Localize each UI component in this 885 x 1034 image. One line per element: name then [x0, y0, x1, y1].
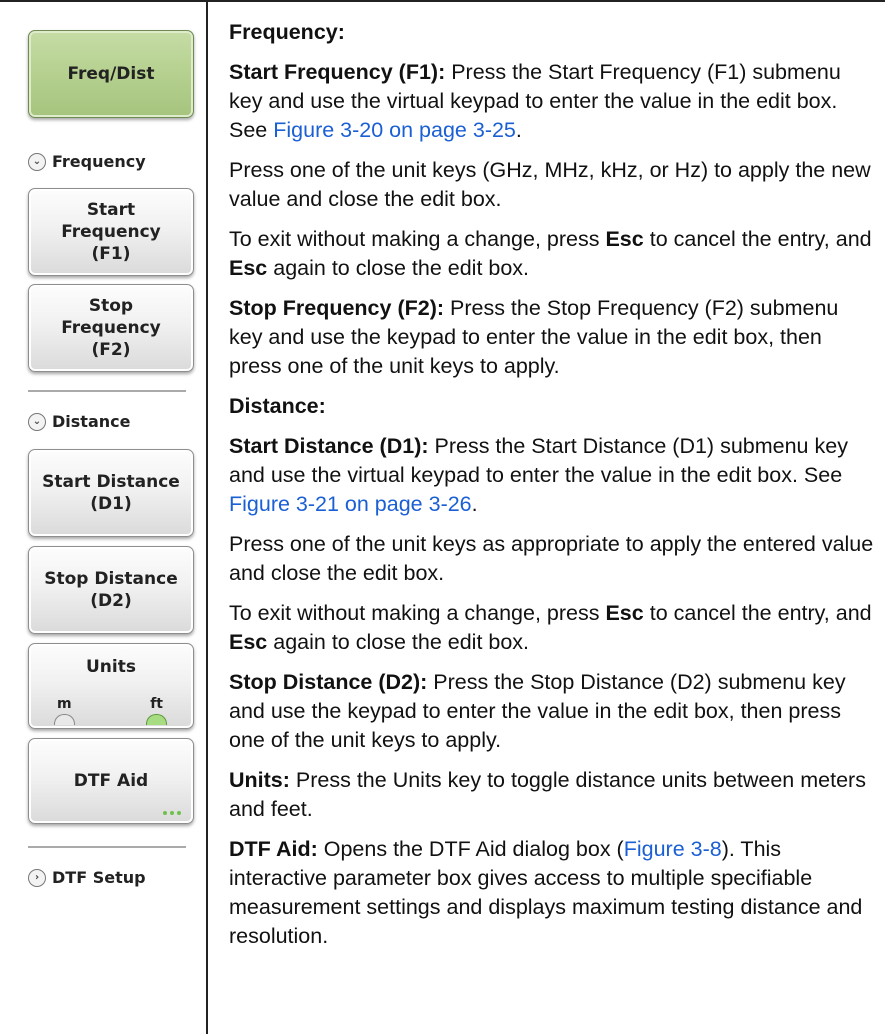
stop-frequency-paragraph: Stop Frequency (F2): Press the Stop Freq…: [229, 296, 839, 378]
figure-link[interactable]: Figure 3-21 on page 3-26: [229, 492, 472, 516]
menu-separator: [28, 390, 186, 392]
chevron-down-icon: ⌄: [28, 412, 46, 431]
paragraph: Press one of the unit keys as appropriat…: [229, 532, 874, 585]
paragraph: Press one of the unit keys (GHz, MHz, kH…: [229, 158, 871, 211]
units-option-m: m: [57, 696, 72, 712]
term: Start Distance (D1):: [229, 434, 429, 458]
start-frequency-button[interactable]: Start Frequency (F1): [28, 188, 194, 276]
dtf-aid-paragraph: DTF Aid: Opens the DTF Aid dialog box (F…: [229, 837, 863, 948]
submenu-panel: Freq/Dist ⌄ Frequency Start Frequency (F…: [0, 0, 206, 1034]
distance-section-header[interactable]: ⌄ Distance: [28, 412, 130, 431]
start-distance-label: Start Distance (D1): [42, 472, 180, 514]
units-option-ft: ft: [150, 696, 163, 712]
stop-distance-button[interactable]: Stop Distance (D2): [28, 546, 194, 634]
dtf-setup-section-label: DTF Setup: [52, 868, 146, 887]
stop-distance-label: Stop Distance (D2): [44, 569, 178, 611]
frequency-heading: Frequency:: [229, 20, 345, 44]
freq-dist-label: Freq/Dist: [67, 64, 155, 84]
frequency-section-label: Frequency: [52, 152, 146, 171]
dtf-aid-label: DTF Aid: [73, 771, 149, 791]
term: Units:: [229, 768, 290, 792]
paragraph: To exit without making a change, press E…: [229, 601, 872, 654]
stop-frequency-button[interactable]: Stop Frequency (F2): [28, 284, 194, 372]
start-distance-paragraph: Start Distance (D1): Press the Start Dis…: [229, 434, 848, 516]
paragraph: To exit without making a change, press E…: [229, 227, 872, 280]
term: Start Frequency (F1):: [229, 60, 446, 84]
units-label: Units: [86, 657, 136, 677]
stop-distance-paragraph: Stop Distance (D2): Press the Stop Dista…: [229, 670, 846, 752]
column-divider: [206, 0, 208, 1034]
figure-link[interactable]: Figure 3-20 on page 3-25: [273, 118, 516, 142]
chevron-down-icon: ⌄: [28, 152, 46, 171]
term: Stop Distance (D2):: [229, 670, 428, 694]
stop-frequency-label: Stop Frequency (F2): [61, 296, 161, 360]
indicator-on-icon: [146, 714, 167, 725]
units-paragraph: Units: Press the Units key to toggle dis…: [229, 768, 866, 821]
dtf-setup-section-header[interactable]: › DTF Setup: [28, 868, 146, 887]
freq-dist-button[interactable]: Freq/Dist: [28, 30, 194, 118]
units-toggle-button[interactable]: Units m ft: [28, 643, 194, 729]
distance-heading: Distance:: [229, 394, 326, 418]
frequency-section-header[interactable]: ⌄ Frequency: [28, 152, 146, 171]
start-distance-button[interactable]: Start Distance (D1): [28, 449, 194, 537]
indicator-off-icon: [54, 714, 75, 725]
chevron-right-icon: ›: [28, 868, 46, 887]
description-text: Frequency: Start Frequency (F1): Press t…: [229, 18, 877, 962]
term: DTF Aid:: [229, 837, 318, 861]
start-frequency-paragraph: Start Frequency (F1): Press the Start Fr…: [229, 60, 841, 142]
figure-link[interactable]: Figure 3-8: [624, 837, 722, 861]
menu-separator: [28, 846, 186, 848]
dtf-aid-button[interactable]: DTF Aid: [28, 738, 194, 824]
more-dots-icon: [163, 811, 181, 815]
distance-section-label: Distance: [52, 412, 131, 431]
start-frequency-label: Start Frequency (F1): [61, 200, 161, 264]
term: Stop Frequency (F2):: [229, 296, 445, 320]
